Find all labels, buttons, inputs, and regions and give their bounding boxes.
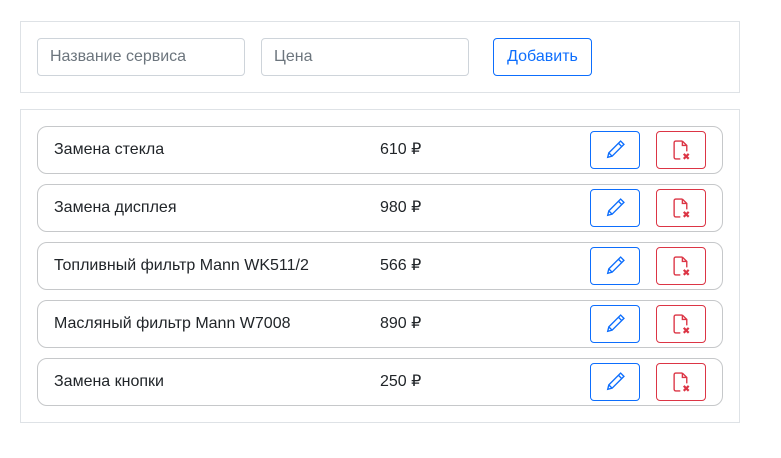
file-x-icon bbox=[670, 197, 692, 219]
service-name: Замена дисплея bbox=[54, 199, 177, 216]
pencil-icon bbox=[604, 197, 626, 219]
delete-button[interactable] bbox=[656, 305, 706, 343]
edit-button[interactable] bbox=[590, 189, 640, 227]
file-x-icon bbox=[670, 139, 692, 161]
file-x-icon bbox=[670, 371, 692, 393]
service-row: Замена стекла 610 ₽ bbox=[37, 126, 723, 174]
delete-button[interactable] bbox=[656, 363, 706, 401]
service-price: 566 ₽ bbox=[380, 257, 422, 274]
edit-button[interactable] bbox=[590, 363, 640, 401]
delete-button[interactable] bbox=[656, 189, 706, 227]
edit-button[interactable] bbox=[590, 305, 640, 343]
delete-button[interactable] bbox=[656, 247, 706, 285]
service-price: 890 ₽ bbox=[380, 315, 422, 332]
service-row: Замена дисплея 980 ₽ bbox=[37, 184, 723, 232]
service-price-input[interactable] bbox=[261, 38, 469, 76]
service-price: 250 ₽ bbox=[380, 373, 422, 390]
service-price: 610 ₽ bbox=[380, 141, 422, 158]
edit-button[interactable] bbox=[590, 131, 640, 169]
service-name: Масляный фильтр Mann W7008 bbox=[54, 315, 291, 332]
service-name: Топливный фильтр Mann WK511/2 bbox=[54, 257, 309, 274]
add-service-button[interactable]: Добавить bbox=[493, 38, 592, 76]
service-price: 980 ₽ bbox=[380, 199, 422, 216]
pencil-icon bbox=[604, 255, 626, 277]
pencil-icon bbox=[604, 139, 626, 161]
service-name-input[interactable] bbox=[37, 38, 245, 76]
file-x-icon bbox=[670, 255, 692, 277]
add-service-form: Добавить bbox=[20, 21, 740, 93]
pencil-icon bbox=[604, 313, 626, 335]
file-x-icon bbox=[670, 313, 692, 335]
edit-button[interactable] bbox=[590, 247, 640, 285]
service-list: Замена стекла 610 ₽ Замена дисплея 980 ₽ bbox=[20, 109, 740, 423]
service-row: Масляный фильтр Mann W7008 890 ₽ bbox=[37, 300, 723, 348]
pencil-icon bbox=[604, 371, 626, 393]
service-name: Замена кнопки bbox=[54, 373, 164, 390]
service-name: Замена стекла bbox=[54, 141, 165, 158]
service-row: Топливный фильтр Mann WK511/2 566 ₽ bbox=[37, 242, 723, 290]
delete-button[interactable] bbox=[656, 131, 706, 169]
service-row: Замена кнопки 250 ₽ bbox=[37, 358, 723, 406]
